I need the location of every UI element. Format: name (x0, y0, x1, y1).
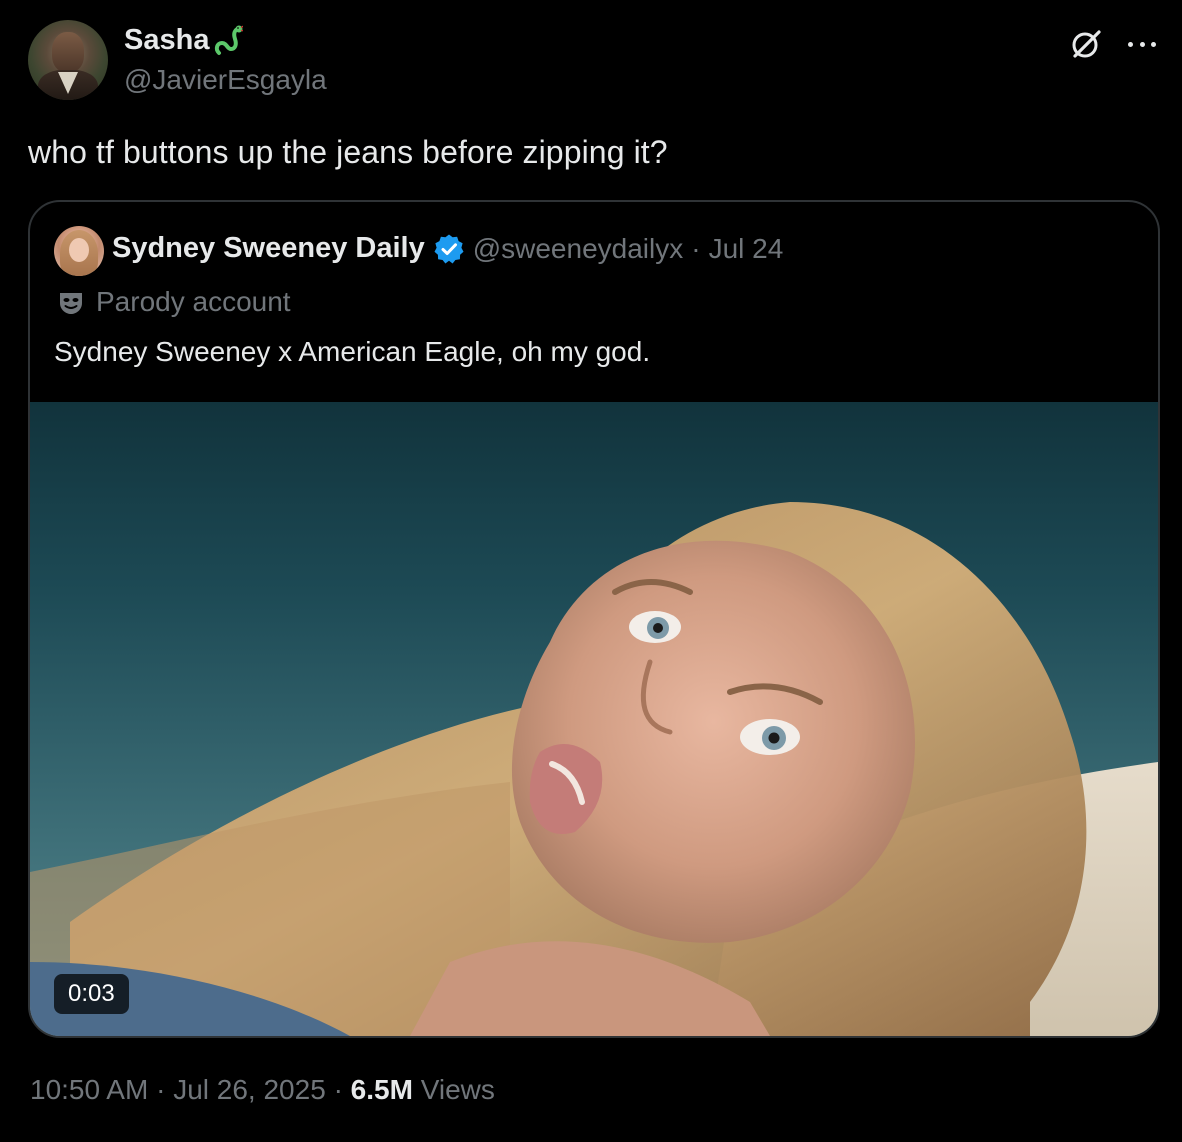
more-dot (1128, 41, 1133, 47)
more-icon[interactable] (1124, 26, 1160, 62)
snake-icon (215, 25, 244, 55)
quoted-handle[interactable]: @sweeneydailyx (473, 233, 684, 265)
author-display-name[interactable]: Sasha (124, 24, 209, 57)
separator-dot: · (691, 232, 701, 264)
avatar-face (69, 238, 89, 262)
tweet-meta: 10:50 AM · Jul 26, 2025 · 6.5M Views (30, 1074, 495, 1106)
tweet-time[interactable]: 10:50 AM (30, 1074, 148, 1105)
parody-label-row: Parody account (56, 286, 291, 318)
avatar-face (52, 32, 84, 72)
video-duration-badge: 0:03 (54, 974, 129, 1014)
more-dot (1151, 41, 1156, 47)
author-name-row[interactable]: Sasha (124, 24, 244, 57)
quoted-display-name[interactable]: Sydney Sweeney Daily (112, 232, 425, 265)
quoted-video[interactable]: 0:03 (30, 402, 1158, 1036)
tweet-date[interactable]: Jul 26, 2025 (173, 1074, 326, 1105)
parody-account-label: Parody account (96, 286, 291, 317)
quoted-tweet[interactable]: Sydney Sweeney Daily @sweeneydailyx · Ju… (28, 200, 1160, 1038)
quoted-tweet-text: Sydney Sweeney x American Eagle, oh my g… (54, 336, 651, 367)
separator-dot: · (333, 1074, 343, 1105)
separator-dot: · (156, 1074, 166, 1105)
author-handle[interactable]: @JavierEsgayla (124, 64, 327, 96)
author-avatar[interactable] (28, 20, 108, 100)
tweet-text: who tf buttons up the jeans before zippi… (28, 134, 668, 170)
more-dot (1139, 41, 1145, 47)
quoted-name-row: Sydney Sweeney Daily @sweeneydailyx · Ju… (112, 232, 783, 265)
views-label: Views (420, 1074, 495, 1105)
views-count[interactable]: 6.5M (351, 1074, 413, 1105)
video-thumbnail (30, 502, 1158, 1036)
tweet: Sasha @JavierEsgayla who tf buttons up t… (0, 0, 1182, 1142)
mask-icon (60, 293, 82, 314)
verified-badge-icon (434, 234, 464, 263)
grok-icon[interactable] (1068, 26, 1104, 62)
quoted-author-avatar[interactable] (54, 226, 104, 276)
quoted-date[interactable]: Jul 24 (709, 233, 784, 265)
